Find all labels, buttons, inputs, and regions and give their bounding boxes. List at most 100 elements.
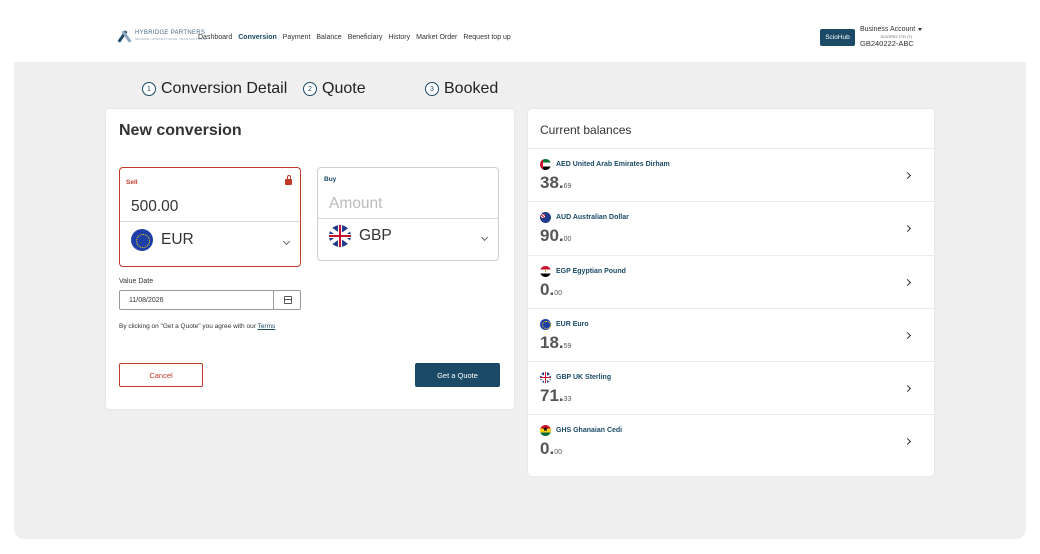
- balance-whole: 71.: [540, 386, 564, 406]
- new-conversion-card: New conversion Sell 500.00 EUR Buy Amoun…: [106, 109, 514, 409]
- balance-row-aud[interactable]: AUD Australian Dollar 90.00: [528, 201, 934, 254]
- value-date-value: 11/08/2026: [129, 297, 164, 304]
- lock-icon[interactable]: [285, 175, 292, 185]
- balance-decimal: 00: [554, 449, 562, 457]
- nav-payment[interactable]: Payment: [283, 34, 311, 41]
- nav-balance[interactable]: Balance: [316, 34, 341, 41]
- buy-panel: Buy Amount GBP: [317, 167, 499, 261]
- value-date-label: Value Date: [119, 278, 154, 285]
- currency-name: GHS Ghanaian Cedi: [556, 427, 623, 435]
- balance-row-ghs[interactable]: GHS Ghanaian Cedi 0.00: [528, 414, 934, 467]
- step-number: 2: [303, 82, 317, 96]
- nav-market-order[interactable]: Market Order: [416, 34, 457, 41]
- balance-whole: 0.: [540, 439, 555, 459]
- gb-flag-icon: [540, 372, 551, 384]
- nav-request-top-up[interactable]: Request top up: [463, 34, 510, 41]
- balance-whole: 18.: [540, 332, 564, 352]
- card-title: New conversion: [119, 122, 242, 139]
- currency-name: GBP UK Sterling: [556, 374, 612, 382]
- balance-amount: 0.00: [540, 280, 562, 300]
- chevron-right-icon[interactable]: [903, 225, 912, 233]
- main-nav: Dashboard Conversion Payment Balance Ben…: [198, 34, 511, 41]
- nav-conversion[interactable]: Conversion: [238, 34, 277, 41]
- eu-flag-icon: [131, 229, 153, 251]
- nav-dashboard[interactable]: Dashboard: [198, 34, 232, 41]
- balance-whole: 90.: [540, 226, 564, 246]
- logo-subtext: SECURE INTERNATIONAL TRANSACTIONS: [135, 37, 207, 41]
- eg-flag-icon: [540, 265, 551, 277]
- sell-panel: Sell 500.00 EUR: [119, 167, 301, 267]
- step-label: Conversion Detail: [161, 80, 288, 97]
- balance-row-eur[interactable]: EUR Euro 18.59: [528, 307, 934, 361]
- currency-name: EUR Euro: [556, 320, 589, 328]
- logo-mark-icon: [117, 30, 132, 43]
- chevron-down-icon[interactable]: [282, 237, 291, 246]
- gh-flag-icon: [540, 425, 551, 437]
- balance-row-egp[interactable]: EGP Egyptian Pound 0.00: [528, 254, 934, 308]
- balance-amount: 18.59: [540, 333, 571, 353]
- chevron-right-icon[interactable]: [903, 385, 912, 393]
- balance-decimal: 69: [563, 183, 572, 190]
- chevron-right-icon[interactable]: [903, 331, 912, 339]
- divider: [318, 218, 498, 219]
- balances-list: AED United Arab Emirates Dirham 38.69 AU…: [528, 148, 934, 468]
- step-number: 1: [142, 82, 156, 96]
- balance-row-gbp[interactable]: GBP UK Sterling 71.33: [528, 361, 934, 414]
- chevron-right-icon[interactable]: [903, 278, 912, 286]
- step-number: 3: [425, 82, 439, 96]
- account-name: Business Account: [860, 26, 916, 33]
- account-menu[interactable]: Business Account SCIOPAY LTD (T) GB24022…: [860, 26, 923, 48]
- sell-label: Sell: [126, 179, 138, 186]
- calendar-icon[interactable]: [284, 296, 292, 304]
- au-flag-icon: [540, 212, 551, 224]
- currency-name: AUD Australian Dollar: [556, 214, 629, 222]
- account-id: GB240222-ABC: [860, 39, 914, 48]
- nav-history[interactable]: History: [388, 34, 410, 41]
- buy-amount-input[interactable]: Amount: [329, 195, 382, 213]
- terms-notice: By clicking on "Get a Quote" you agree w…: [119, 323, 275, 330]
- chevron-down-icon[interactable]: [480, 233, 489, 242]
- eu-flag-icon: [540, 318, 551, 330]
- sell-currency-code: EUR: [161, 231, 194, 248]
- balance-decimal: 59: [563, 342, 572, 350]
- chevron-right-icon[interactable]: [903, 438, 912, 446]
- balance-decimal: 00: [554, 289, 562, 297]
- nav-beneficiary[interactable]: Beneficiary: [348, 34, 383, 41]
- sell-currency-select[interactable]: EUR: [131, 229, 194, 251]
- balance-amount: 90.00: [540, 226, 571, 246]
- buy-label: Buy: [324, 176, 337, 183]
- divider: [273, 291, 274, 309]
- caret-down-icon: [918, 27, 923, 31]
- step-booked: 3 Booked: [425, 80, 498, 98]
- balance-whole: 0.: [540, 279, 555, 299]
- gb-flag-icon: [329, 225, 351, 247]
- terms-text: By clicking on "Get a Quote" you agree w…: [119, 323, 258, 330]
- balance-amount: 71.33: [540, 386, 571, 406]
- balance-decimal: 33: [563, 396, 572, 404]
- company-logo[interactable]: HYBRIDGE PARTNERS SECURE INTERNATIONAL T…: [117, 30, 207, 43]
- currency-name: AED United Arab Emirates Dirham: [556, 161, 670, 168]
- currency-name: EGP Egyptian Pound: [556, 267, 626, 275]
- get-quote-button[interactable]: Get a Quote: [415, 363, 500, 387]
- balance-whole: 38.: [540, 173, 564, 192]
- balances-title: Current balances: [540, 123, 632, 137]
- cancel-button[interactable]: Cancel: [119, 363, 203, 387]
- balance-decimal: 00: [563, 236, 572, 244]
- buy-currency-code: GBP: [359, 227, 392, 244]
- balance-row-aed[interactable]: AED United Arab Emirates Dirham 38.69: [528, 148, 934, 201]
- buy-currency-select[interactable]: GBP: [329, 225, 392, 247]
- step-label: Quote: [322, 80, 366, 97]
- value-date-input[interactable]: 11/08/2026: [119, 290, 301, 310]
- step-quote: 2 Quote: [303, 80, 366, 98]
- balance-amount: 38.69: [540, 173, 571, 193]
- top-navigation-bar: HYBRIDGE PARTNERS SECURE INTERNATIONAL T…: [0, 0, 1040, 62]
- step-label: Booked: [444, 80, 499, 97]
- current-balances-card: Current balances AED United Arab Emirate…: [528, 109, 934, 476]
- chevron-right-icon[interactable]: [903, 171, 912, 180]
- sell-amount-input[interactable]: 500.00: [131, 198, 178, 216]
- ae-flag-icon: [540, 159, 551, 170]
- terms-link[interactable]: Terms: [258, 323, 276, 330]
- sciohub-badge[interactable]: ScioHub: [820, 29, 855, 46]
- divider: [120, 221, 300, 222]
- balance-amount: 0.00: [540, 439, 562, 459]
